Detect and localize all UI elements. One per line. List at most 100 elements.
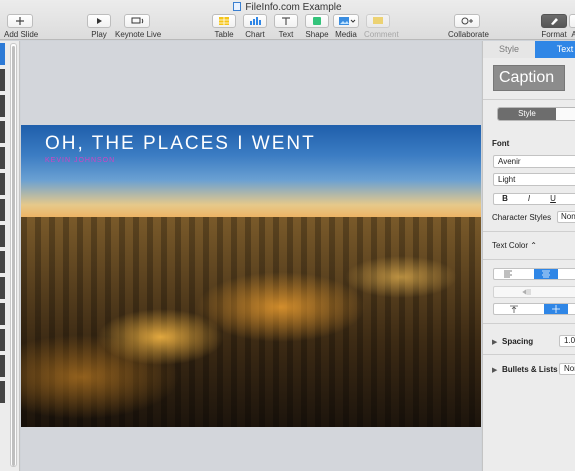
underline-button[interactable]: U xyxy=(544,194,562,204)
slide-navigator xyxy=(0,41,20,471)
character-styles-label: Character Styles xyxy=(492,213,552,222)
comment-icon xyxy=(366,14,390,28)
slide-thumbnail[interactable] xyxy=(0,69,5,91)
slide-thumbnail[interactable] xyxy=(0,173,5,195)
animate-icon xyxy=(569,14,575,28)
align-center-icon[interactable] xyxy=(534,269,558,279)
table-label: Table xyxy=(214,30,234,39)
chart-icon xyxy=(243,14,267,28)
media-label: Media xyxy=(335,30,357,39)
character-styles-popup[interactable]: None xyxy=(557,211,575,223)
divider xyxy=(483,259,575,260)
play-label: Play xyxy=(91,30,107,39)
font-family-popup[interactable]: Avenir xyxy=(493,155,575,168)
spacing-label: Spacing xyxy=(502,337,534,346)
slide-thumbnail[interactable] xyxy=(0,329,5,351)
paragraph-style-selector[interactable]: Caption xyxy=(493,65,565,91)
italic-button[interactable]: I xyxy=(520,194,538,204)
slide-thumbnail[interactable] xyxy=(0,303,5,325)
segment-style[interactable]: Style xyxy=(498,108,556,120)
shape-icon xyxy=(305,14,329,28)
slide-subtitle[interactable]: KEVIN JOHNSON xyxy=(45,157,115,164)
divider xyxy=(483,354,575,355)
text-color-control[interactable]: Text Color ⌃ xyxy=(492,241,537,250)
slide-thumbnail[interactable] xyxy=(0,147,5,169)
collaborate-button[interactable]: Collaborate xyxy=(448,14,489,39)
comment-label: Comment xyxy=(364,30,399,39)
text-color-label: Text Color xyxy=(492,241,529,250)
alignment-buttons xyxy=(493,268,575,280)
add-slide-button[interactable]: Add Slide xyxy=(4,14,39,39)
decrease-indent-icon[interactable] xyxy=(514,287,538,297)
slide-thumbnail[interactable] xyxy=(0,355,5,377)
shape-label: Shape xyxy=(305,30,329,39)
inspector-tabs: Style Text xyxy=(483,41,575,58)
font-weight-popup[interactable]: Light xyxy=(493,173,575,186)
current-slide[interactable]: OH, THE PLACES I WENT KEVIN JOHNSON xyxy=(21,125,481,427)
comment-button[interactable]: Comment xyxy=(364,14,399,39)
bullets-lists-popup[interactable]: None xyxy=(559,363,575,375)
text-icon xyxy=(274,14,298,28)
align-left-icon[interactable] xyxy=(496,269,520,279)
slide-photo-city xyxy=(21,217,481,427)
plus-icon xyxy=(7,14,33,28)
keynote-live-label: Keynote Live xyxy=(115,30,162,39)
slide-thumbnail[interactable] xyxy=(0,43,5,65)
table-button[interactable]: Table xyxy=(211,14,237,39)
paragraph-style-name: Caption xyxy=(499,69,555,86)
tab-text[interactable]: Text xyxy=(535,41,575,58)
format-button[interactable]: Format xyxy=(540,14,568,39)
align-middle-icon[interactable] xyxy=(544,304,568,314)
keynote-live-icon xyxy=(124,14,150,28)
text-label: Text xyxy=(278,30,294,39)
collaborate-label: Collaborate xyxy=(448,30,489,39)
slide-thumbnail[interactable] xyxy=(0,225,5,247)
slide-title[interactable]: OH, THE PLACES I WENT xyxy=(45,133,316,155)
slide-thumbnail[interactable] xyxy=(0,251,5,273)
spacing-disclosure-icon[interactable]: ▶ xyxy=(492,338,497,346)
play-button[interactable]: Play xyxy=(86,14,112,39)
animate-button[interactable]: A xyxy=(569,14,575,39)
slide-thumbnail[interactable] xyxy=(0,277,5,299)
bullets-lists-label: Bullets & Lists xyxy=(502,365,558,374)
navigator-scrollbar[interactable] xyxy=(10,43,17,467)
toolbar: FileInfo.com Example Add Slide Play Keyn… xyxy=(0,0,575,40)
spacing-value[interactable]: 1.0 xyxy=(559,335,575,347)
format-brush-icon xyxy=(541,14,567,28)
window-title: FileInfo.com Example xyxy=(0,2,575,13)
keynote-live-button[interactable]: Keynote Live xyxy=(115,14,162,39)
font-style-buttons: B I U xyxy=(493,193,575,205)
format-inspector: Style Text Caption Style Font Avenir Lig… xyxy=(482,41,575,471)
text-segmented-control[interactable]: Style xyxy=(497,107,575,121)
divider xyxy=(483,323,575,324)
document-icon xyxy=(233,2,242,11)
chart-button[interactable]: Chart xyxy=(242,14,268,39)
divider xyxy=(483,231,575,232)
text-button[interactable]: Text xyxy=(273,14,299,39)
navigator-scroll-thumb[interactable] xyxy=(12,46,15,466)
slide-thumbnail[interactable] xyxy=(0,381,5,403)
text-color-chevron-icon: ⌃ xyxy=(530,241,537,250)
animate-label: A xyxy=(571,30,575,39)
slide-thumbnail[interactable] xyxy=(0,199,5,221)
add-slide-label: Add Slide xyxy=(4,30,39,39)
font-label: Font xyxy=(492,139,510,148)
vertical-alignment-buttons xyxy=(493,303,575,315)
slide-canvas[interactable]: OH, THE PLACES I WENT KEVIN JOHNSON xyxy=(21,41,481,471)
media-button[interactable]: Media xyxy=(333,14,359,39)
format-label: Format xyxy=(541,30,567,39)
slide-thumbnails xyxy=(0,43,5,407)
bold-button[interactable]: B xyxy=(496,194,514,204)
shape-button[interactable]: Shape xyxy=(304,14,330,39)
chart-label: Chart xyxy=(245,30,265,39)
media-icon xyxy=(333,14,359,28)
slide-thumbnail[interactable] xyxy=(0,121,5,143)
indent-buttons xyxy=(493,286,575,298)
collaborate-icon xyxy=(454,14,480,28)
align-top-icon[interactable] xyxy=(502,304,526,314)
window-title-text: FileInfo.com Example xyxy=(245,2,342,13)
play-icon xyxy=(87,14,111,28)
slide-thumbnail[interactable] xyxy=(0,95,5,117)
bullets-disclosure-icon[interactable]: ▶ xyxy=(492,366,497,374)
tab-style[interactable]: Style xyxy=(483,41,535,58)
